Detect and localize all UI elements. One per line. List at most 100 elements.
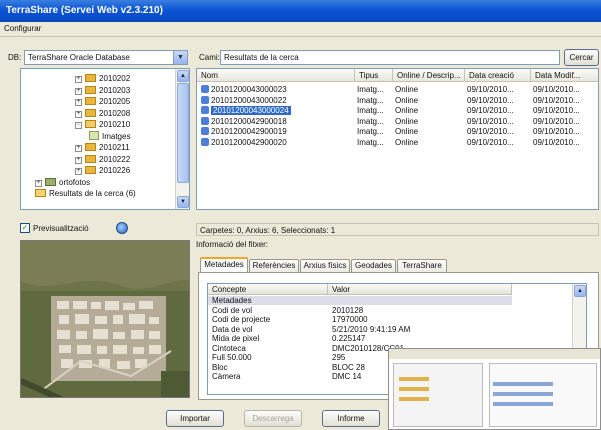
globe-icon[interactable] (116, 222, 128, 234)
metadata-concept: Mida de pixel (212, 334, 260, 343)
metadata-concept: Data de vol (212, 324, 253, 334)
metadata-concept: Codi de vol (212, 305, 253, 315)
table-row[interactable]: 20101200043000022 Imatg... Online 09/10/201… (197, 95, 597, 106)
file-name: 20101200043000023 (211, 85, 287, 94)
table-cell: 20101200042900020 (201, 137, 353, 148)
file-name: 20101200043000024 (211, 106, 291, 115)
table-cell: 09/10/2010... (467, 137, 514, 147)
tree-item[interactable]: + ortofotos (35, 177, 90, 188)
table-row[interactable]: 20101200042900019 Imatg... Online 09/10/201… (197, 127, 597, 137)
expand-icon[interactable]: + (35, 179, 42, 187)
column-header-name[interactable]: Nom (197, 69, 355, 82)
tree-item-label: 2010208 (99, 108, 131, 118)
metadata-row[interactable]: Data de vol 5/21/2010 9:41:19 AM (208, 325, 512, 334)
metadata-concept: Càmera (212, 372, 241, 381)
tree-item[interactable]: +2010202 (75, 73, 130, 84)
table-cell: Imatg... (357, 137, 384, 147)
metadata-concept: Bloc (212, 362, 228, 372)
metadata-value: 5/21/2010 9:41:19 AM (332, 324, 411, 334)
info-title: Informació del fitxer: (196, 240, 269, 249)
expand-icon[interactable]: + (75, 145, 82, 152)
metadata-concept: Full 50.000 (212, 353, 252, 362)
tab-terrashare[interactable]: TerraShare (397, 259, 447, 272)
table-cell: Online (395, 116, 419, 126)
expand-icon[interactable]: + (75, 99, 82, 106)
path-input[interactable]: Resultats de la cerca (220, 50, 560, 65)
column-header-value[interactable]: Valor (328, 284, 512, 295)
folder-icon (85, 108, 96, 117)
table-row[interactable]: 20101200042900018 Imatg... Online 09/10/201… (197, 116, 597, 127)
tree-item[interactable]: Imatges (89, 130, 130, 142)
tree-item-label: 2010205 (99, 97, 131, 106)
import-button[interactable]: Importar (166, 410, 224, 427)
collapse-icon[interactable]: - (75, 122, 82, 129)
column-header-online[interactable]: Online / Descrip... (393, 69, 465, 82)
table-row[interactable]: 20101200043000024 Imatg... Online 09/10/201… (197, 106, 597, 116)
file-name: 20101200042900018 (211, 116, 287, 126)
chevron-down-icon[interactable]: ▼ (173, 51, 187, 64)
tree-item[interactable]: +2010222 (75, 154, 130, 165)
scroll-thumb[interactable] (177, 83, 189, 183)
tree-item-label: 2010202 (99, 74, 131, 83)
metadata-row[interactable]: Mida de pixel 0.225147 (208, 334, 512, 343)
scroll-up-icon[interactable]: ▲ (574, 285, 586, 297)
tab-geodades[interactable]: Geodades (351, 259, 396, 272)
path-label: Cami: (199, 53, 220, 62)
preview-toggle[interactable]: ✓ Previsualització (20, 222, 190, 236)
table-cell: 09/10/2010... (533, 127, 580, 136)
metadata-value: 295 (332, 353, 346, 362)
tab-metadades[interactable]: Metadades (200, 257, 248, 272)
tree-item[interactable]: +2010208 (75, 108, 130, 119)
menu-configure[interactable]: Configurar (4, 24, 41, 33)
tree-item[interactable]: +2010205 (75, 96, 130, 107)
download-button[interactable]: Descarrega (244, 410, 302, 427)
metadata-group-row[interactable]: Metadades (208, 296, 512, 305)
metadata-row[interactable]: Codi de vol 2010128 (208, 306, 512, 315)
search-button[interactable]: Cercar (564, 49, 599, 66)
results-list[interactable]: Nom Tipus Online / Descrip... Data creac… (196, 68, 599, 210)
tree-scrollbar[interactable]: ▲ ▼ (175, 69, 189, 209)
search-results-icon (35, 189, 46, 197)
table-row[interactable]: 20101200043000023 Imatg... Online 09/10/201… (197, 85, 597, 95)
folder-icon (85, 120, 96, 128)
expand-icon[interactable]: + (75, 156, 82, 164)
tab-arxius-fisics[interactable]: Arxius físics (300, 259, 350, 272)
tree-item[interactable]: Resultats de la cerca (6) (35, 188, 136, 199)
folder-tree[interactable]: +2010202 +2010203 +2010205 +2010208-2010210… (20, 68, 190, 210)
image-file-icon (201, 127, 209, 135)
scroll-down-icon[interactable]: ▼ (177, 196, 189, 208)
table-row[interactable]: 20101200042900020 Imatg... Online 09/10/201… (197, 137, 597, 148)
metadata-concept: Cintoteca (212, 343, 246, 353)
image-file-icon (201, 85, 209, 93)
column-header-modified[interactable]: Data Modif... (531, 69, 598, 82)
scroll-up-icon[interactable]: ▲ (177, 70, 189, 82)
tree-item-label: ortofotos (59, 177, 91, 187)
table-cell: Online (395, 127, 419, 136)
image-file-icon (201, 106, 209, 114)
tree-item-label: 2010226 (99, 166, 131, 175)
preview-label: Previsualització (33, 224, 89, 233)
expand-icon[interactable]: + (75, 168, 82, 175)
inset-list (489, 363, 597, 427)
tree-item[interactable]: +2010226 (75, 165, 130, 176)
inset-tree (393, 363, 483, 427)
preview-checkbox[interactable]: ✓ (20, 223, 30, 233)
expand-icon[interactable]: + (75, 87, 82, 95)
metadata-value: 17970000 (332, 315, 368, 324)
expand-icon[interactable]: + (75, 110, 82, 118)
expand-icon[interactable]: + (75, 76, 82, 83)
db-select[interactable]: TerraShare Oracle Database ▼ (24, 50, 188, 65)
metadata-row[interactable]: Codi de projecte 17970000 (208, 315, 512, 324)
column-header-concept[interactable]: Concepte (208, 284, 328, 295)
tree-item[interactable]: +2010203 (75, 85, 130, 96)
tree-item[interactable]: - 2010210 (75, 119, 130, 130)
tree-item-label: 2010211 (99, 143, 130, 152)
metadata-value: DMC 14 (332, 372, 362, 381)
table-cell: 09/10/2010... (533, 106, 580, 115)
tab-referencies[interactable]: Referències (249, 259, 299, 272)
column-header-type[interactable]: Tipus (355, 69, 393, 82)
table-cell: Online (395, 137, 419, 147)
tree-item[interactable]: +2010211 (75, 142, 130, 153)
report-button[interactable]: Informe (322, 410, 380, 427)
column-header-created[interactable]: Data creació (465, 69, 531, 82)
